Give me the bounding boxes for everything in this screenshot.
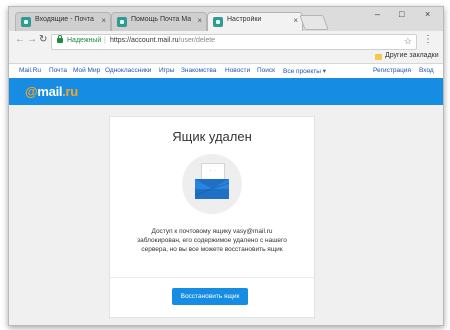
deleted-description: Доступ к почтовому ящику vasy@mail.ru за… <box>137 228 287 253</box>
url-domain: https://account.mail.ru <box>110 37 179 44</box>
envelope-body <box>195 179 229 199</box>
url-path: /user/delete <box>178 37 216 44</box>
new-tab-button[interactable] <box>299 15 329 30</box>
mail-header: @mail.ru <box>9 78 443 105</box>
url-text: https://account.mail.ru/user/delete <box>110 37 215 44</box>
tab-close-icon[interactable]: × <box>101 16 106 25</box>
other-bookmarks-link[interactable]: Другие закладки <box>385 52 439 59</box>
portal-nav: Mail.Ru Почта Мой Мир Одноклассники Игры… <box>9 64 443 79</box>
folder-icon <box>375 54 382 60</box>
page-content: Mail.Ru Почта Мой Мир Одноклассники Игры… <box>9 64 443 325</box>
card-divider <box>110 277 314 278</box>
portal-link-all-projects[interactable]: Все проекты ▾ <box>283 67 326 75</box>
portal-link-ok[interactable]: Одноклассники <box>105 67 151 74</box>
portal-link-mailru[interactable]: Mail.Ru <box>19 67 41 74</box>
tab-settings[interactable]: Настройки × <box>207 12 303 31</box>
mailru-logo[interactable]: @mail.ru <box>25 84 78 99</box>
register-link[interactable]: Регистрация <box>373 67 411 74</box>
forward-icon[interactable]: → <box>27 34 37 45</box>
favicon-icon <box>117 17 127 27</box>
menu-icon[interactable]: ⋮ <box>423 34 433 45</box>
portal-link-news[interactable]: Новости <box>225 67 250 74</box>
tab-close-icon[interactable]: × <box>293 16 298 25</box>
address-bar[interactable]: Надежный | https://account.mail.ru/user/… <box>51 34 417 50</box>
restore-mailbox-button[interactable]: Восстановить ящик <box>172 288 248 305</box>
url-separator: | <box>104 37 106 44</box>
close-window-button[interactable]: × <box>425 9 430 19</box>
tab-label: Настройки <box>227 16 262 23</box>
bookmarks-bar: Другие закладки <box>9 51 443 64</box>
star-icon[interactable]: ☆ <box>404 36 412 47</box>
tab-strip: Входящие - Почта Mail.Ru × Помощь Почта … <box>9 7 443 31</box>
address-toolbar: ← → ↻ Надежный | https://account.mail.ru… <box>9 31 443 51</box>
tab-help[interactable]: Помощь Почта Mail.Ru × <box>111 12 207 31</box>
secure-label: Надежный <box>67 37 102 44</box>
page-title: Ящик удален <box>172 129 252 144</box>
deleted-mailbox-card: Ящик удален ˙ ˙ Доступ к почтовому ящику… <box>109 116 315 318</box>
tab-label: Помощь Почта Mail.Ru <box>131 16 191 23</box>
tab-inbox[interactable]: Входящие - Почта Mail.Ru × <box>15 12 111 31</box>
favicon-icon <box>213 17 223 27</box>
sad-face-icon: ˙ ˙ <box>209 171 217 178</box>
reload-icon[interactable]: ↻ <box>39 34 47 45</box>
envelope-icon: ˙ ˙ <box>182 154 242 214</box>
portal-link-search[interactable]: Поиск <box>257 67 275 74</box>
tab-close-icon[interactable]: × <box>197 16 202 25</box>
login-link[interactable]: Вход <box>419 67 434 74</box>
lock-icon <box>57 35 63 43</box>
tab-label: Входящие - Почта Mail.Ru <box>35 16 95 23</box>
portal-link-mail[interactable]: Почта <box>49 67 67 74</box>
portal-link-myworld[interactable]: Мой Мир <box>73 67 100 74</box>
browser-window: Входящие - Почта Mail.Ru × Помощь Почта … <box>8 6 444 326</box>
portal-link-dating[interactable]: Знакомства <box>181 67 216 74</box>
maximize-button[interactable]: □ <box>399 9 404 19</box>
portal-link-games[interactable]: Игры <box>159 67 174 74</box>
back-icon[interactable]: ← <box>15 34 25 45</box>
minimize-button[interactable]: – <box>375 9 380 19</box>
favicon-icon <box>21 17 31 27</box>
